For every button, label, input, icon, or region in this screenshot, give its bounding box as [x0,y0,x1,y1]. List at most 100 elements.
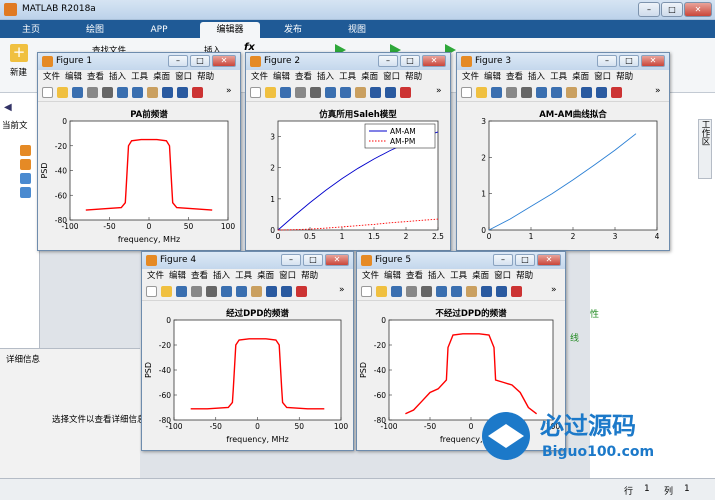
close-icon[interactable]: ✕ [422,55,446,67]
maximize-icon[interactable]: □ [303,254,323,266]
figure-window-4[interactable]: Figure 4– □ ✕ 文件 编辑 查看 插入 工具 桌面 窗口 帮助» 经过DPD的频谱 -100… [141,251,354,451]
tab-editor[interactable]: 编辑器 [200,22,260,38]
brush-icon[interactable] [296,286,307,297]
toolbar-overflow-icon[interactable]: » [655,86,661,96]
menu-item[interactable]: 窗口 [383,72,400,82]
minimize-icon[interactable]: – [597,55,617,67]
menu-item[interactable]: 帮助 [616,72,633,82]
new-figure-icon[interactable] [42,87,53,98]
menu-item[interactable]: 桌面 [153,72,170,82]
menu-item[interactable]: 文件 [462,72,479,82]
print-icon[interactable] [191,286,202,297]
back-arrow-icon[interactable]: ◀ [4,102,12,113]
menu-item[interactable]: 工具 [235,271,252,281]
rotate-icon[interactable] [370,87,381,98]
menu-item[interactable]: 文件 [147,271,164,281]
menu-item[interactable]: 窗口 [494,271,511,281]
menu-item[interactable]: 查看 [506,72,523,82]
close-icon[interactable]: ✕ [325,254,349,266]
menu-item[interactable]: 窗口 [279,271,296,281]
brush-icon[interactable] [192,87,203,98]
data-cursor-icon[interactable] [385,87,396,98]
brush-icon[interactable] [611,87,622,98]
figure-title-bar[interactable]: Figure 1 – □ ✕ [38,53,240,70]
tab-apps[interactable]: APP [136,22,182,38]
figure-window-2[interactable]: Figure 2 – □ ✕ 文件 编辑 查看 插入 工具 桌面 窗口 帮助 » 仿真所用Saleh模型 0… [245,52,451,251]
figure-title-bar[interactable]: Figure 4 – □ ✕ [142,252,353,269]
open-icon[interactable] [161,286,172,297]
file-icon[interactable] [20,145,31,156]
file-icon[interactable] [20,173,31,184]
save-icon[interactable] [176,286,187,297]
print-icon[interactable] [506,87,517,98]
menu-item[interactable]: 窗口 [594,72,611,82]
toolbar-overflow-icon[interactable]: » [551,285,557,295]
menu-item[interactable]: 编辑 [484,72,501,82]
close-icon[interactable]: ✕ [684,2,712,17]
pointer-icon[interactable] [310,87,321,98]
menu-item[interactable]: 编辑 [384,271,401,281]
zoom-out-icon[interactable] [236,286,247,297]
rotate-icon[interactable] [581,87,592,98]
menu-item[interactable]: 工具 [339,72,356,82]
new-plus-icon[interactable]: + [10,44,28,62]
figure-title-bar[interactable]: Figure 3 – □ ✕ [457,53,669,70]
menu-item[interactable]: 帮助 [405,72,422,82]
data-cursor-icon[interactable] [596,87,607,98]
tab-publish[interactable]: 发布 [270,22,316,38]
zoom-out-icon[interactable] [551,87,562,98]
new-figure-icon[interactable] [250,87,261,98]
tab-home[interactable]: 主页 [8,22,54,38]
menu-item[interactable]: 桌面 [257,271,274,281]
save-icon[interactable] [72,87,83,98]
save-icon[interactable] [280,87,291,98]
close-icon[interactable]: ✕ [641,55,665,67]
menu-item[interactable]: 查看 [87,72,104,82]
menu-item[interactable]: 插入 [528,72,545,82]
data-cursor-icon[interactable] [281,286,292,297]
maximize-icon[interactable]: □ [619,55,639,67]
print-icon[interactable] [295,87,306,98]
menu-item[interactable]: 查看 [191,271,208,281]
print-icon[interactable] [406,286,417,297]
zoom-in-icon[interactable] [117,87,128,98]
workspace-side-tab[interactable]: 工作区 [698,119,712,179]
zoom-in-icon[interactable] [436,286,447,297]
minimize-icon[interactable]: – [638,2,660,17]
menu-item[interactable]: 编辑 [65,72,82,82]
pointer-icon[interactable] [521,87,532,98]
brush-icon[interactable] [400,87,411,98]
close-icon[interactable]: ✕ [212,55,236,67]
rotate-icon[interactable] [481,286,492,297]
figure-title-bar[interactable]: Figure 5 – □ ✕ [357,252,565,269]
menu-item[interactable]: 插入 [428,271,445,281]
tab-view[interactable]: 视图 [334,22,380,38]
menu-item[interactable]: 帮助 [301,271,318,281]
brush-icon[interactable] [511,286,522,297]
maximize-icon[interactable]: □ [661,2,683,17]
minimize-icon[interactable]: – [493,254,513,266]
minimize-icon[interactable]: – [378,55,398,67]
menu-item[interactable]: 桌面 [361,72,378,82]
toolbar-overflow-icon[interactable]: » [339,285,345,295]
new-button-label[interactable]: 新建 [10,66,27,78]
zoom-out-icon[interactable] [340,87,351,98]
open-icon[interactable] [57,87,68,98]
figure-title-bar[interactable]: Figure 2 – □ ✕ [246,53,450,70]
close-icon[interactable]: ✕ [537,254,561,266]
rotate-icon[interactable] [266,286,277,297]
zoom-in-icon[interactable] [325,87,336,98]
zoom-in-icon[interactable] [221,286,232,297]
zoom-out-icon[interactable] [451,286,462,297]
new-figure-icon[interactable] [361,286,372,297]
toolbar-overflow-icon[interactable]: » [436,86,442,96]
menu-item[interactable]: 文件 [43,72,60,82]
print-icon[interactable] [87,87,98,98]
new-figure-icon[interactable] [461,87,472,98]
menu-item[interactable]: 插入 [109,72,126,82]
new-figure-icon[interactable] [146,286,157,297]
menu-item[interactable]: 插入 [317,72,334,82]
data-cursor-icon[interactable] [496,286,507,297]
save-icon[interactable] [491,87,502,98]
menu-item[interactable]: 查看 [295,72,312,82]
